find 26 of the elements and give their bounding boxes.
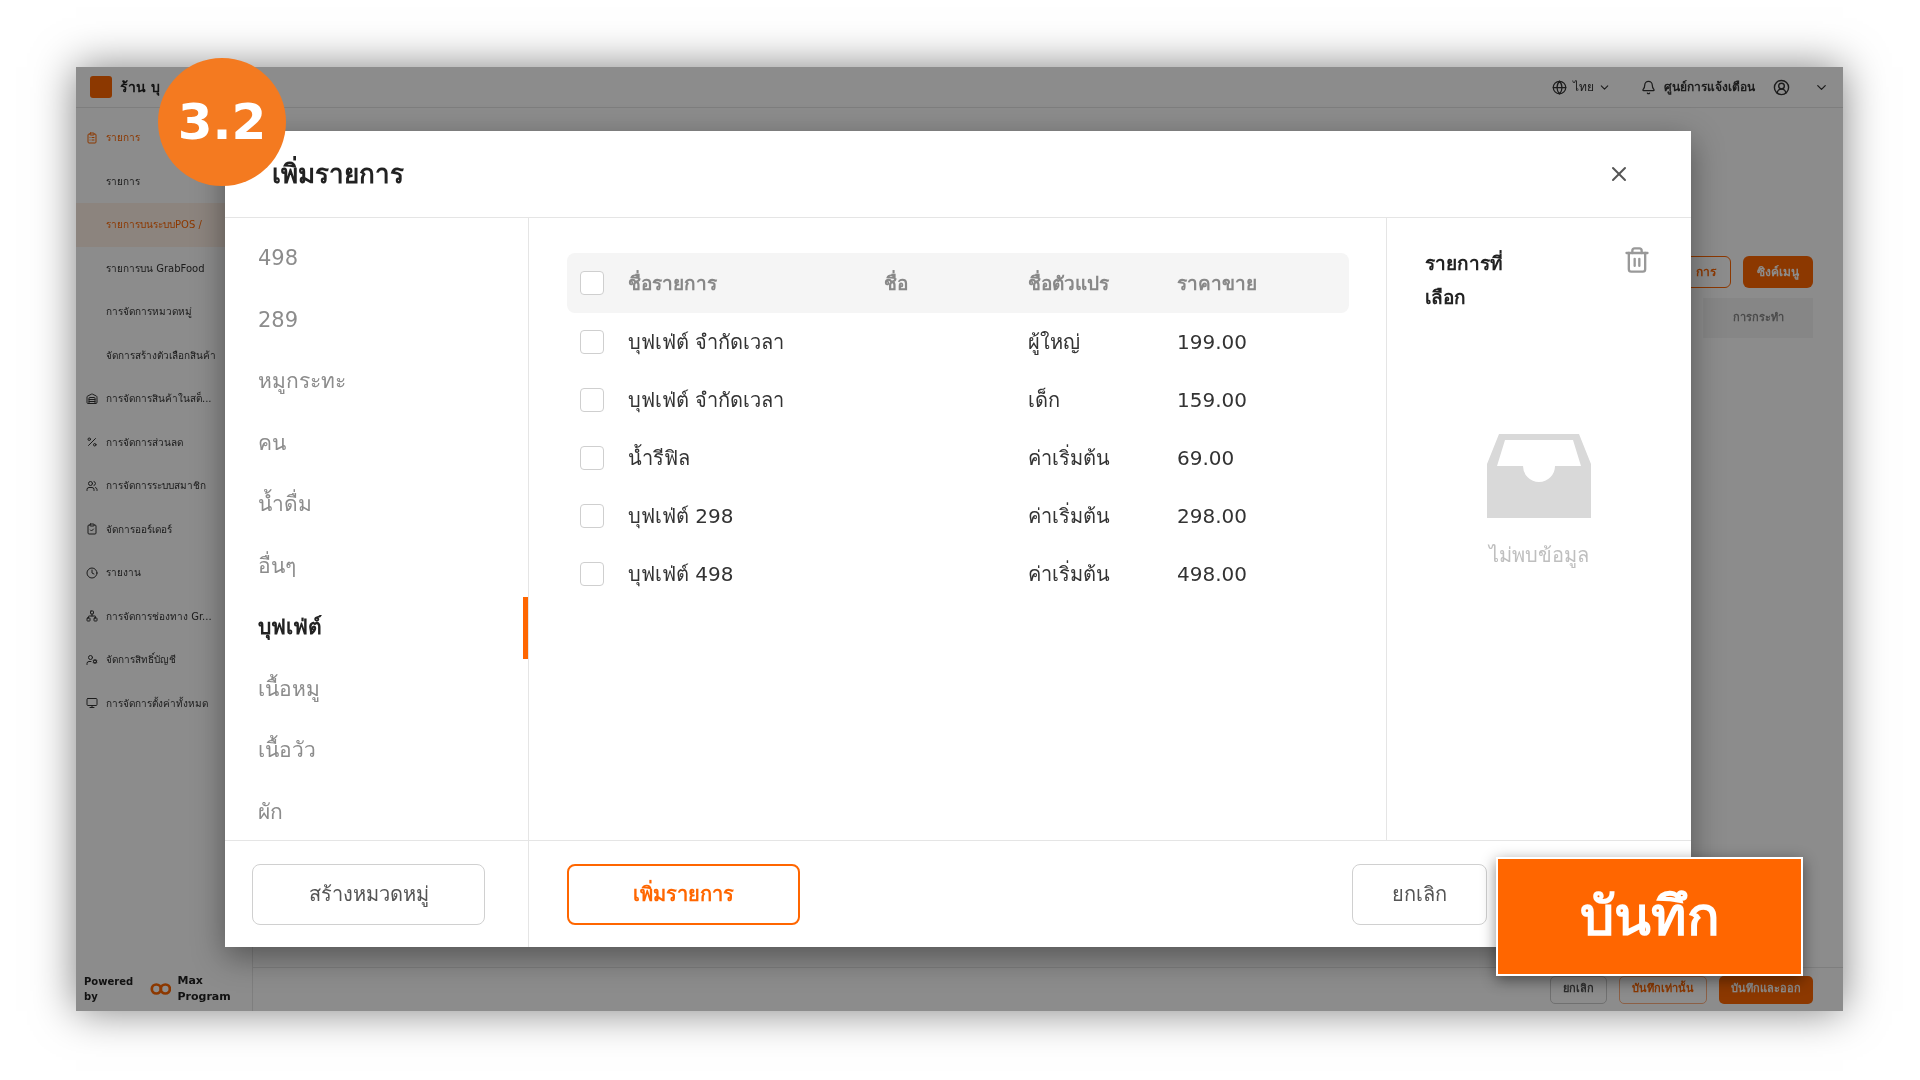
table-cell: 199.00	[1177, 330, 1247, 354]
column-header: ราคาขาย	[1177, 271, 1257, 294]
column-header: ชื่อตัวแปร	[1028, 271, 1109, 294]
column-header: ชื่อรายการ	[628, 271, 717, 294]
modal-title: เพิ่มรายการ	[272, 155, 404, 191]
table-cell: บุฟเฟ่ต์ จำกัดเวลา	[628, 330, 785, 354]
table-cell: ผู้ใหญ่	[1028, 330, 1080, 354]
table-cell: 298.00	[1177, 504, 1247, 528]
table-cell: เด็ก	[1028, 388, 1060, 412]
column-header: ชื่อ	[884, 271, 908, 294]
table-cell: ค่าเริ่มต้น	[1028, 504, 1110, 528]
empty-text: ไม่พบข้อมูล	[1489, 542, 1589, 570]
table-cell: บุฟเฟ่ต์ 298	[628, 504, 734, 528]
table-cell: 69.00	[1177, 446, 1235, 470]
table-cell: บุฟเฟ่ต์ 498	[628, 562, 734, 586]
table-header-cell: การกระทำ	[1703, 298, 1813, 338]
shop-name: ร้าน บุ	[120, 77, 160, 98]
table-cell: ค่าเริ่มต้น	[1028, 562, 1110, 586]
powered-by-text: Powered by	[84, 975, 135, 1004]
table-cell: บุฟเฟ่ต์ จำกัดเวลา	[628, 388, 785, 412]
table-cell: น้ำรีฟิล	[628, 446, 690, 470]
table-cell: 159.00	[1177, 388, 1247, 412]
table-cell: ค่าเริ่มต้น	[1028, 446, 1110, 470]
table-cell: 498.00	[1177, 562, 1247, 586]
selected-items-title: รายการที่เลือก	[1425, 249, 1504, 310]
brand-name: Max Program	[177, 972, 232, 1005]
